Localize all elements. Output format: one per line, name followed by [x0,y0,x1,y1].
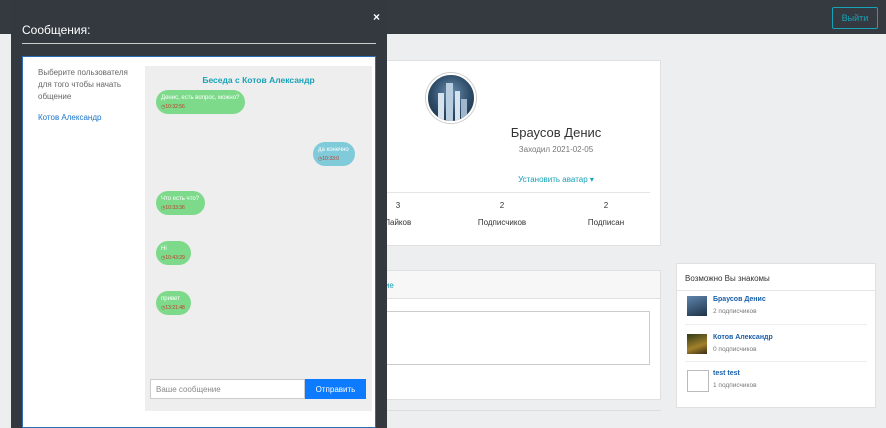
select-user-hint: Выберите пользователя для того чтобы нач… [38,68,128,101]
send-button[interactable]: Отправить [305,379,366,399]
divider [685,361,867,362]
profile-avatar [426,73,476,123]
friend-avatar [687,296,707,316]
suggested-friend-item[interactable]: test test 1 подписчиков [687,370,867,392]
last-visit-text: Заходил 2021-02-05 [518,145,594,154]
profile-card: Браусов Денис Заходил 2021-02-05 Установ… [345,60,661,246]
stat-followers: 2 Подписчиков [477,201,527,227]
messages-modal: × Сообщения: Выберите пользователя для т… [11,0,387,428]
profile-name: Браусов Денис [510,125,602,140]
message-bubble-incoming: Hi ◷10:43:29 [156,241,191,265]
message-time: ◷10:33:36 [161,205,185,211]
suggested-friend-item[interactable]: Браусов Денис 2 подписчиков [687,296,867,318]
divider [376,192,650,193]
post-tab-header: ение [346,271,660,299]
divider [677,290,875,291]
friend-followers: 1 подписчиков [713,382,757,389]
close-icon[interactable]: × [373,10,380,24]
message-bubble-incoming: Денис, есть вопрос, можно? ◷10:32:56 [156,90,246,114]
message-time: ◷10:32:56 [161,104,185,110]
stat-following: 2 Подписан [587,201,625,227]
friend-followers: 0 подписчиков [713,346,757,353]
modal-body: Выберите пользователя для того чтобы нач… [22,56,376,428]
post-card: ение [345,270,661,400]
set-avatar-link[interactable]: Установить аватар ▾ [451,175,661,184]
divider [345,410,661,411]
suggested-friend-item[interactable]: Котов Александр 0 подписчиков [687,334,867,356]
post-textarea[interactable] [384,311,650,365]
message-time: ◷10:43:29 [161,255,185,261]
friend-name-link[interactable]: Браусов Денис [713,296,766,303]
message-bubble-outgoing: да конечно ◷10:33:0 [313,142,355,166]
friend-name-link[interactable]: Котов Александр [713,334,773,341]
logout-button[interactable]: Выйти [832,7,878,29]
friend-avatar [687,370,709,392]
divider [685,324,867,325]
message-bubble-incoming: Что есть что? ◷10:33:36 [156,191,206,215]
suggested-friends-card: Возможно Вы знакомы Браусов Денис 2 подп… [676,263,876,408]
chat-panel: Беседа с Котов Александр Денис, есть воп… [145,66,372,411]
friend-name-link[interactable]: test test [713,370,740,377]
message-bubble-incoming: привет ◷13:21:48 [156,291,191,315]
contact-link[interactable]: Котов Александр [38,113,101,122]
divider [22,43,376,44]
chat-title: Беседа с Котов Александр [202,75,315,85]
message-time: ◷10:33:0 [318,156,340,162]
friend-avatar [687,334,707,354]
modal-title: Сообщения: [22,23,91,37]
message-input[interactable]: Ваше сообщение [150,379,305,399]
friend-followers: 2 подписчиков [713,308,757,315]
suggested-friends-title: Возможно Вы знакомы [685,274,770,283]
message-time: ◷13:21:48 [161,305,185,311]
